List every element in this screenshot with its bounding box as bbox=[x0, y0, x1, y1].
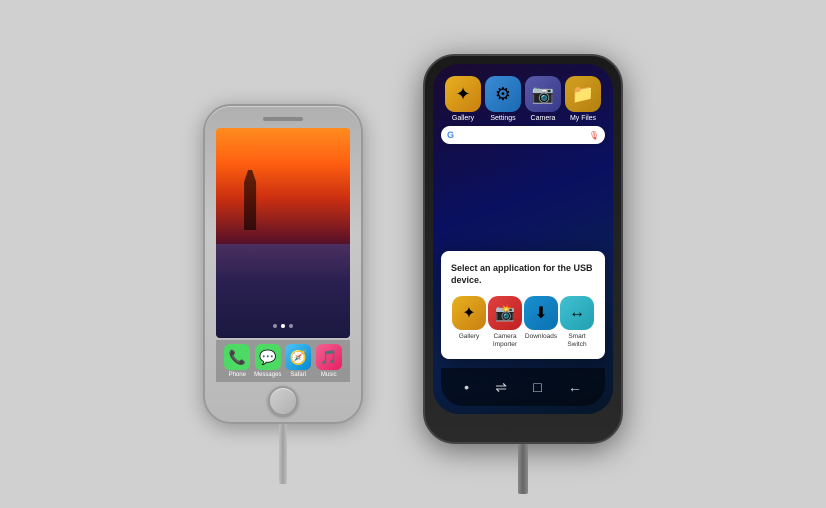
safari-icon: 🧭 bbox=[285, 344, 311, 370]
iphone-app-phone[interactable]: 📞 Phone bbox=[223, 344, 251, 378]
music-label: Music bbox=[321, 372, 337, 378]
iphone-app-music[interactable]: 🎵 Music bbox=[315, 344, 343, 378]
nav-back-icon[interactable]: ← bbox=[568, 379, 582, 395]
samsung-gallery-label: Gallery bbox=[452, 115, 474, 122]
google-g-icon: G bbox=[447, 130, 454, 140]
samsung-app-settings[interactable]: ⚙ Settings bbox=[484, 76, 522, 122]
samsung-settings-icon: ⚙ bbox=[485, 76, 521, 112]
samsung-camera-icon: 📷 bbox=[525, 76, 561, 112]
samsung-app-gallery[interactable]: ✦ Gallery bbox=[444, 76, 482, 122]
samsung-top-apps: ✦ Gallery ⚙ Settings 📷 Camera 📁 My Files bbox=[433, 76, 613, 122]
samsung-screen: ✦ Gallery ⚙ Settings 📷 Camera 📁 My Files bbox=[433, 64, 613, 414]
samsung-settings-label: Settings bbox=[490, 115, 515, 122]
dialog-camera-importer-label: Camera Importer bbox=[487, 333, 523, 349]
phone-icon: 📞 bbox=[224, 344, 250, 370]
dot-3 bbox=[289, 324, 293, 328]
iphone-app-messages[interactable]: 💬 Messages bbox=[254, 344, 282, 378]
nav-dot-icon: • bbox=[464, 379, 469, 395]
iphone-home-button[interactable] bbox=[268, 386, 298, 416]
iphone-speaker bbox=[263, 117, 303, 121]
dialog-smart-switch-icon: ↔ bbox=[560, 296, 594, 330]
dialog-smart-switch-label: Smart Switch bbox=[559, 333, 595, 349]
iphone-sky bbox=[216, 128, 350, 244]
google-search-bar[interactable]: G 🎙 bbox=[441, 126, 605, 144]
iphone-home-bar bbox=[205, 382, 361, 420]
dialog-apps-row: ✦ Gallery 📸 Camera Importer ⬇ Downloads bbox=[451, 296, 595, 349]
dialog-camera-importer-icon: 📸 bbox=[488, 296, 522, 330]
samsung-nav-bar: • ⇌ □ ← bbox=[441, 368, 605, 406]
samsung-gallery-icon: ✦ bbox=[445, 76, 481, 112]
samsung-app-camera[interactable]: 📷 Camera bbox=[524, 76, 562, 122]
samsung-app-myfiles[interactable]: 📁 My Files bbox=[564, 76, 602, 122]
dialog-app-gallery[interactable]: ✦ Gallery bbox=[451, 296, 487, 349]
nav-home-icon[interactable]: □ bbox=[533, 379, 541, 395]
music-icon: 🎵 bbox=[316, 344, 342, 370]
dialog-downloads-label: Downloads bbox=[525, 333, 557, 341]
dialog-gallery-icon: ✦ bbox=[452, 296, 486, 330]
samsung-myfiles-icon: 📁 bbox=[565, 76, 601, 112]
usb-dialog: Select an application for the USB device… bbox=[441, 251, 605, 359]
scene: 📞 Phone 💬 Messages 🧭 Safari 🎵 Music bbox=[0, 0, 826, 508]
dot-2-active bbox=[281, 324, 285, 328]
iphone-app-safari[interactable]: 🧭 Safari bbox=[284, 344, 312, 378]
samsung-camera-label: Camera bbox=[531, 115, 556, 122]
safari-label: Safari bbox=[290, 372, 306, 378]
dialog-app-downloads[interactable]: ⬇ Downloads bbox=[523, 296, 559, 349]
dialog-gallery-label: Gallery bbox=[459, 333, 480, 341]
dot-1 bbox=[273, 324, 277, 328]
iphone-screen bbox=[216, 128, 350, 338]
phone-label: Phone bbox=[229, 372, 246, 378]
dialog-app-camera-importer[interactable]: 📸 Camera Importer bbox=[487, 296, 523, 349]
iphone-dock: 📞 Phone 💬 Messages 🧭 Safari 🎵 Music bbox=[216, 340, 350, 382]
iphone-top-bar bbox=[205, 106, 361, 126]
samsung-myfiles-label: My Files bbox=[570, 115, 596, 122]
dialog-app-smart-switch[interactable]: ↔ Smart Switch bbox=[559, 296, 595, 349]
samsung-device: ✦ Gallery ⚙ Settings 📷 Camera 📁 My Files bbox=[423, 54, 623, 444]
samsung-cable bbox=[518, 444, 528, 494]
dialog-title: Select an application for the USB device… bbox=[451, 263, 595, 286]
iphone-page-dots bbox=[273, 324, 293, 328]
nav-recents-icon[interactable]: ⇌ bbox=[495, 379, 507, 396]
dialog-downloads-icon: ⬇ bbox=[524, 296, 558, 330]
messages-label: Messages bbox=[254, 372, 281, 378]
messages-icon: 💬 bbox=[255, 344, 281, 370]
iphone-cable bbox=[279, 424, 287, 484]
iphone-device: 📞 Phone 💬 Messages 🧭 Safari 🎵 Music bbox=[203, 104, 363, 424]
google-mic-icon: 🎙 bbox=[589, 131, 599, 140]
samsung-wallpaper: ✦ Gallery ⚙ Settings 📷 Camera 📁 My Files bbox=[433, 64, 613, 414]
